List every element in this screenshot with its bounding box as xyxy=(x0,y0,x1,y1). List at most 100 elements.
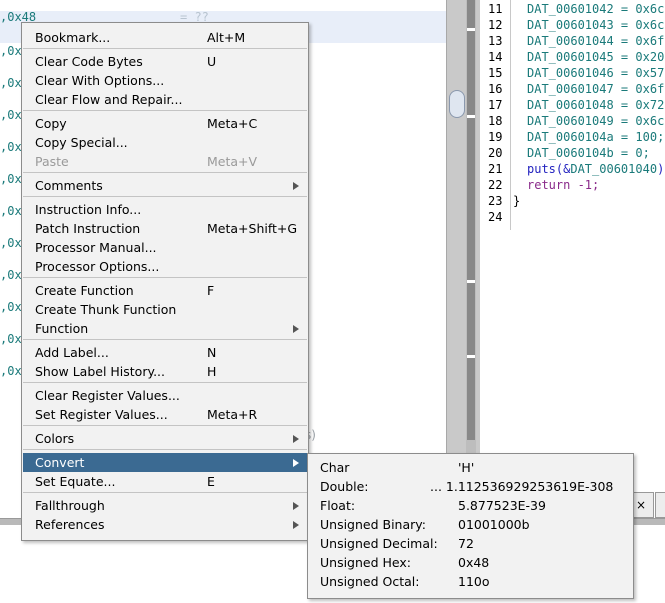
code-text[interactable]: DAT_00601044 = 0x6f; xyxy=(527,34,665,48)
code-text[interactable]: DAT_00601049 = 0x6c; xyxy=(527,114,665,128)
menu-item-processor-options[interactable]: Processor Options... xyxy=(23,257,307,276)
convert-item-unsigned-binary[interactable]: Unsigned Binary: 01001000b xyxy=(308,515,633,534)
menu-item-bookmark[interactable]: Bookmark... Alt+M xyxy=(23,28,307,47)
convert-submenu[interactable]: Char 'H' Double: ... 1.112536929253619E-308… xyxy=(307,453,634,599)
menu-item-convert[interactable]: Convert xyxy=(23,453,307,472)
code-text[interactable]: DAT_00601042 = 0x6c; xyxy=(527,2,665,16)
code-text[interactable]: DAT_00601043 = 0x6c; xyxy=(527,18,665,32)
menu-separator xyxy=(23,425,307,426)
code-line[interactable]: 13 DAT_00601044 = 0x6f; xyxy=(480,34,665,50)
listing-operand[interactable]: ,0x xyxy=(0,364,22,378)
line-number: 19 xyxy=(488,130,503,144)
code-text[interactable]: DAT_00601048 = 0x72; xyxy=(527,98,665,112)
convert-item-label: Float: xyxy=(320,498,356,513)
menu-item-label: Clear Code Bytes xyxy=(35,54,143,69)
context-menu[interactable]: Bookmark... Alt+M Clear Code Bytes U Clear W… xyxy=(21,22,309,541)
menu-item-copy[interactable]: Copy Meta+C xyxy=(23,114,307,133)
scroll-marker xyxy=(467,28,475,31)
code-line[interactable]: 11 DAT_00601042 = 0x6c; xyxy=(480,2,665,18)
convert-item-value: 5.877523E-39 xyxy=(458,498,546,513)
menu-item-clear-with-options[interactable]: Clear With Options... xyxy=(23,71,307,90)
overview-scrollbar-thumb[interactable] xyxy=(467,0,475,440)
convert-item-label: Unsigned Decimal: xyxy=(320,536,438,551)
menu-item-label: Comments xyxy=(35,178,103,193)
listing-operand[interactable]: ,0x xyxy=(0,76,22,90)
decompiler-pane[interactable]: 11 DAT_00601042 = 0x6c; 12 DAT_00601043 = 0… xyxy=(480,0,665,520)
listing-operand[interactable]: ,0x xyxy=(0,300,22,314)
line-number: 12 xyxy=(488,18,503,32)
menu-item-set-equate[interactable]: Set Equate... E xyxy=(23,472,307,491)
listing-operand[interactable]: ,0x xyxy=(0,236,22,250)
convert-item-value: 0x48 xyxy=(458,555,490,570)
convert-item-unsigned-hex[interactable]: Unsigned Hex: 0x48 xyxy=(308,553,633,572)
line-number: 23 xyxy=(488,194,503,208)
menu-separator xyxy=(23,492,307,493)
convert-item-char[interactable]: Char 'H' xyxy=(308,458,633,477)
code-line[interactable]: 21 puts(&DAT_00601040); xyxy=(480,162,665,178)
code-text[interactable]: } xyxy=(513,194,520,208)
menu-item-show-label-history[interactable]: Show Label History... H xyxy=(23,362,307,381)
menu-item-references[interactable]: References xyxy=(23,515,307,534)
divider-handle[interactable] xyxy=(449,90,465,118)
code-text[interactable]: DAT_0060104a = 100; xyxy=(527,130,664,144)
code-text[interactable]: puts(&DAT_00601040); xyxy=(527,162,665,176)
code-text[interactable]: DAT_00601046 = 0x57; xyxy=(527,66,665,80)
code-line[interactable]: 20 DAT_0060104b = 0; xyxy=(480,146,665,162)
code-line[interactable]: 24 xyxy=(480,210,665,226)
code-text[interactable]: DAT_0060104b = 0; xyxy=(527,146,650,160)
listing-operand[interactable]: ,0x xyxy=(0,108,22,122)
menu-item-comments[interactable]: Comments xyxy=(23,176,307,195)
convert-item-float[interactable]: Float: 5.877523E-39 xyxy=(308,496,633,515)
menu-item-patch-instruction[interactable]: Patch Instruction Meta+Shift+G xyxy=(23,219,307,238)
menu-item-clear-flow-and-repair[interactable]: Clear Flow and Repair... xyxy=(23,90,307,109)
menu-item-label: Bookmark... xyxy=(35,30,111,45)
menu-item-function[interactable]: Function xyxy=(23,319,307,338)
menu-item-create-function[interactable]: Create Function F xyxy=(23,281,307,300)
code-line[interactable]: 14 DAT_00601045 = 0x20; xyxy=(480,50,665,66)
submenu-arrow-icon xyxy=(293,459,299,467)
tab-button[interactable] xyxy=(655,492,665,518)
menu-item-label: Paste xyxy=(35,154,69,169)
listing-operand[interactable]: ,0x xyxy=(0,204,22,218)
scroll-marker xyxy=(467,355,475,358)
line-number: 15 xyxy=(488,66,503,80)
listing-operand[interactable]: ,0x xyxy=(0,44,22,58)
code-line[interactable]: 15 DAT_00601046 = 0x57; xyxy=(480,66,665,82)
menu-item-shortcut: F xyxy=(207,283,215,298)
code-line[interactable]: 12 DAT_00601043 = 0x6c; xyxy=(480,18,665,34)
menu-item-add-label[interactable]: Add Label... N xyxy=(23,343,307,362)
listing-operand[interactable]: ,0x xyxy=(0,268,22,282)
menu-item-colors[interactable]: Colors xyxy=(23,429,307,448)
menu-item-clear-register-values[interactable]: Clear Register Values... xyxy=(23,386,307,405)
code-text[interactable]: return -1; xyxy=(527,178,599,192)
convert-item-unsigned-octal[interactable]: Unsigned Octal: 110o xyxy=(308,572,633,591)
code-line[interactable]: 19 DAT_0060104a = 100; xyxy=(480,130,665,146)
listing-operand[interactable]: ,0x xyxy=(0,140,22,154)
menu-item-set-register-values[interactable]: Set Register Values... Meta+R xyxy=(23,405,307,424)
menu-separator xyxy=(23,339,307,340)
code-line[interactable]: 17 DAT_00601048 = 0x72; xyxy=(480,98,665,114)
menu-item-copy-special[interactable]: Copy Special... xyxy=(23,133,307,152)
menu-item-fallthrough[interactable]: Fallthrough xyxy=(23,496,307,515)
menu-item-processor-manual[interactable]: Processor Manual... xyxy=(23,238,307,257)
menu-item-label: Copy Special... xyxy=(35,135,128,150)
menu-item-paste[interactable]: Paste Meta+V xyxy=(23,152,307,171)
code-text[interactable]: DAT_00601045 = 0x20; xyxy=(527,50,665,64)
code-line[interactable]: 22 return -1; xyxy=(480,178,665,194)
menu-item-label: Processor Manual... xyxy=(35,240,157,255)
code-line[interactable]: 23} xyxy=(480,194,665,210)
menu-item-shortcut: N xyxy=(207,345,217,360)
convert-item-unsigned-decimal[interactable]: Unsigned Decimal: 72 xyxy=(308,534,633,553)
code-line[interactable]: 18 DAT_00601049 = 0x6c; xyxy=(480,114,665,130)
menu-item-create-thunk-function[interactable]: Create Thunk Function xyxy=(23,300,307,319)
listing-operand[interactable]: ,0x xyxy=(0,172,22,186)
code-text[interactable]: DAT_00601047 = 0x6f; xyxy=(527,82,665,96)
menu-item-label: Fallthrough xyxy=(35,498,105,513)
menu-item-clear-code-bytes[interactable]: Clear Code Bytes U xyxy=(23,52,307,71)
code-line[interactable]: 16 DAT_00601047 = 0x6f; xyxy=(480,82,665,98)
line-number: 20 xyxy=(488,146,503,160)
pane-divider[interactable] xyxy=(446,0,481,520)
menu-item-instruction-info[interactable]: Instruction Info... xyxy=(23,200,307,219)
listing-operand[interactable]: ,0x xyxy=(0,332,22,346)
convert-item-double[interactable]: Double: ... 1.112536929253619E-308 xyxy=(308,477,633,496)
